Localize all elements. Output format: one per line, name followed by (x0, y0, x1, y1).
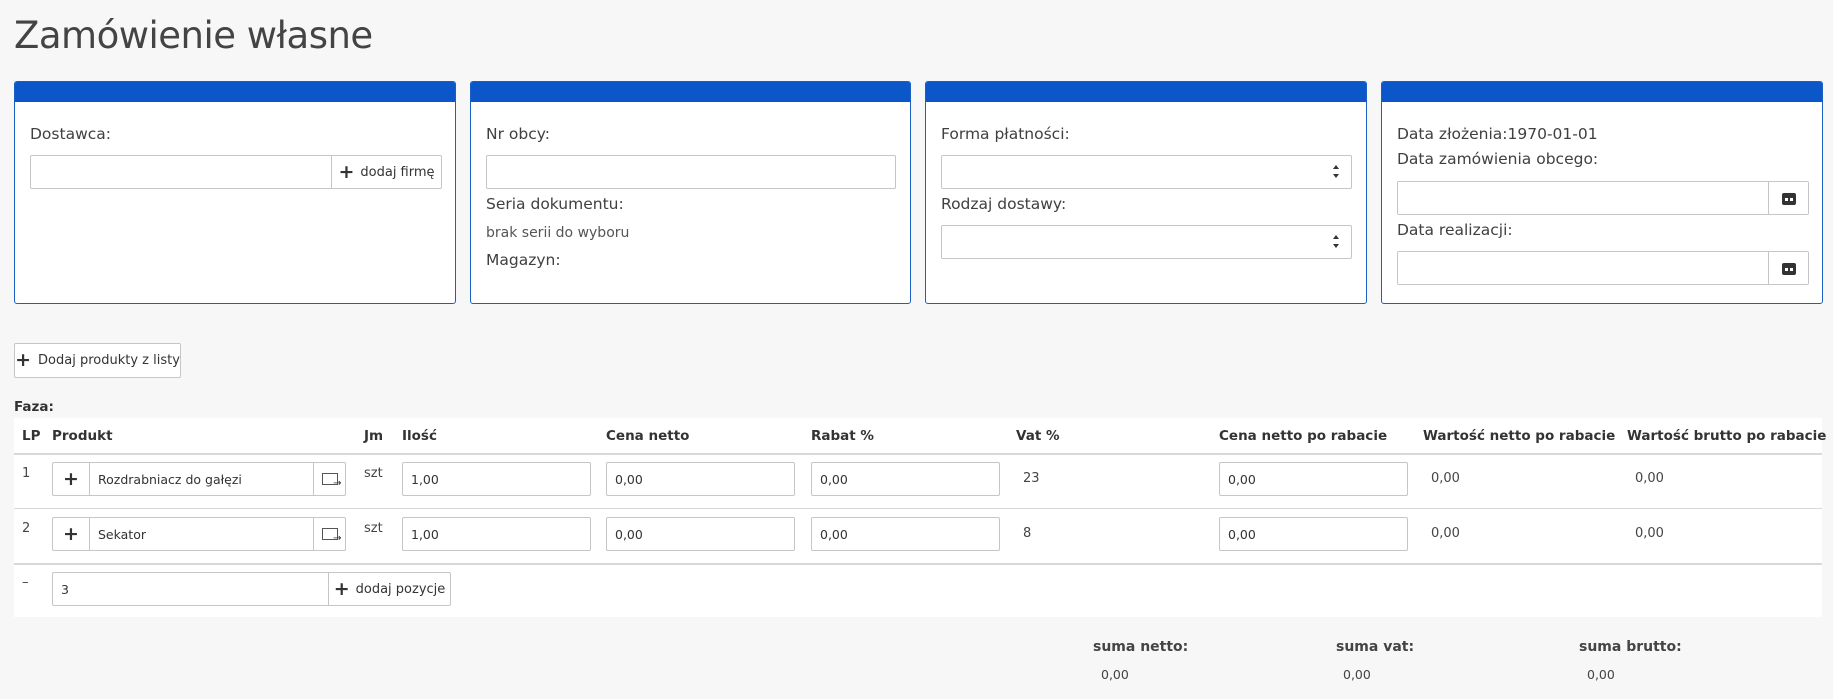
select-arrows-icon (1333, 235, 1339, 249)
add-products-button[interactable]: + Dodaj produkty z listy (14, 343, 181, 378)
calendar-icon (1781, 261, 1796, 275)
header-unit: Jm (364, 428, 384, 444)
page-title: Zamówienie własne (14, 14, 373, 57)
products-table: LP Produkt Jm Ilość Cena netto Rabat % V… (14, 418, 1826, 617)
realization-date-label: Data realizacji: (1397, 221, 1513, 239)
payment-label: Forma płatności: (941, 125, 1070, 143)
panel-header (15, 82, 455, 102)
created-label: Data złożenia: (1397, 125, 1508, 143)
panel-header (926, 82, 1366, 102)
select-arrows-icon (1333, 165, 1339, 179)
sum-net-value: 0,00 (1101, 667, 1129, 682)
external-no-input[interactable] (486, 155, 896, 189)
row-expand-button[interactable]: + (52, 462, 90, 496)
row-product-picker-button[interactable] (313, 462, 346, 496)
phase-label: Faza: (14, 399, 54, 415)
row-discount-input[interactable]: 0,00 (811, 517, 1000, 551)
header-qty: Ilość (402, 428, 437, 444)
row-divider (14, 508, 1822, 509)
sum-vat-value: 0,00 (1343, 667, 1371, 682)
realization-date-picker-button[interactable] (1768, 251, 1809, 285)
plus-icon: + (338, 160, 355, 183)
supplier-input[interactable] (30, 155, 332, 189)
panel-header (471, 82, 910, 102)
row-divider (14, 563, 1822, 565)
row-net-after-discount-input[interactable]: 0,00 (1219, 462, 1408, 496)
payment-panel: Forma płatności: Rodzaj dostawy: (925, 81, 1367, 304)
header-net-price: Cena netto (606, 428, 690, 444)
row-product-input[interactable]: Rozdrabniacz do gałęzi (89, 462, 314, 496)
delivery-select[interactable] (941, 225, 1352, 259)
series-label: Seria dokumentu: (486, 195, 624, 213)
sum-gross-label: suma brutto: (1579, 639, 1682, 655)
row-product-picker-button[interactable] (313, 517, 346, 551)
row-lp: 1 (22, 466, 31, 481)
row-unit: szt (364, 466, 383, 481)
header-vat: Vat % (1016, 428, 1060, 444)
header-gross-value: Wartość brutto po rabacie (1627, 428, 1827, 444)
row-unit: szt (364, 521, 383, 536)
new-row-lp: – (22, 575, 29, 590)
row-discount-input[interactable]: 0,00 (811, 462, 1000, 496)
sum-net-label: suma netto: (1093, 639, 1189, 655)
supplier-label: Dostawca: (30, 125, 111, 143)
header-net-after-discount: Cena netto po rabacie (1219, 428, 1388, 444)
add-position-label: dodaj pozycje (355, 581, 446, 597)
header-net-value: Wartość netto po rabacie (1423, 428, 1616, 444)
sum-vat-label: suma vat: (1336, 639, 1415, 655)
row-gross-value: 0,00 (1635, 526, 1664, 541)
row-expand-button[interactable]: + (52, 517, 90, 551)
row-net-price-input[interactable]: 0,00 (606, 517, 795, 551)
row-lp: 2 (22, 521, 31, 536)
dates-panel: Data złożenia:1970-01-01 Data zamówienia… (1381, 81, 1823, 304)
ext-order-date-picker-button[interactable] (1768, 181, 1809, 215)
supplier-panel: Dostawca: + dodaj firmę (14, 81, 456, 304)
sum-gross-value: 0,00 (1587, 667, 1615, 682)
add-company-label: dodaj firmę (360, 164, 435, 180)
calendar-icon (1781, 191, 1796, 205)
row-net-value: 0,00 (1431, 526, 1460, 541)
plus-icon: + (63, 522, 79, 545)
warehouse-label: Magazyn: (486, 251, 561, 269)
row-qty-input[interactable]: 1,00 (402, 517, 591, 551)
row-gross-value: 0,00 (1635, 471, 1664, 486)
header-discount: Rabat % (811, 428, 874, 444)
plus-icon: + (63, 467, 79, 490)
row-vat: 8 (1023, 526, 1032, 541)
ext-order-date-label: Data zamówienia obcego: (1397, 150, 1599, 168)
add-company-button[interactable]: + dodaj firmę (331, 155, 442, 189)
realization-date-input[interactable] (1397, 251, 1769, 285)
select-from-list-icon (321, 528, 342, 544)
ext-order-date-input[interactable] (1397, 181, 1769, 215)
created-date: Data złożenia:1970-01-01 (1397, 125, 1598, 143)
row-net-value: 0,00 (1431, 471, 1460, 486)
row-product-input[interactable]: Sekator (89, 517, 314, 551)
select-from-list-icon (321, 473, 342, 489)
header-lp: LP (22, 428, 41, 444)
series-value: brak serii do wyboru (486, 225, 630, 241)
header-divider (14, 453, 1822, 455)
panel-header (1382, 82, 1822, 102)
document-panel: Nr obcy: Seria dokumentu: brak serii do … (470, 81, 911, 304)
plus-icon: + (333, 577, 350, 600)
payment-select[interactable] (941, 155, 1352, 189)
row-net-after-discount-input[interactable]: 0,00 (1219, 517, 1408, 551)
row-net-price-input[interactable]: 0,00 (606, 462, 795, 496)
header-product: Produkt (52, 428, 113, 444)
add-products-label: Dodaj produkty z listy (38, 353, 180, 368)
delivery-label: Rodzaj dostawy: (941, 195, 1067, 213)
plus-icon: + (15, 349, 32, 371)
external-no-label: Nr obcy: (486, 125, 551, 143)
row-vat: 23 (1023, 471, 1040, 486)
created-value: 1970-01-01 (1507, 125, 1598, 143)
new-position-input[interactable]: 3 (52, 572, 329, 606)
add-position-button[interactable]: + dodaj pozycje (328, 572, 451, 606)
row-qty-input[interactable]: 1,00 (402, 462, 591, 496)
